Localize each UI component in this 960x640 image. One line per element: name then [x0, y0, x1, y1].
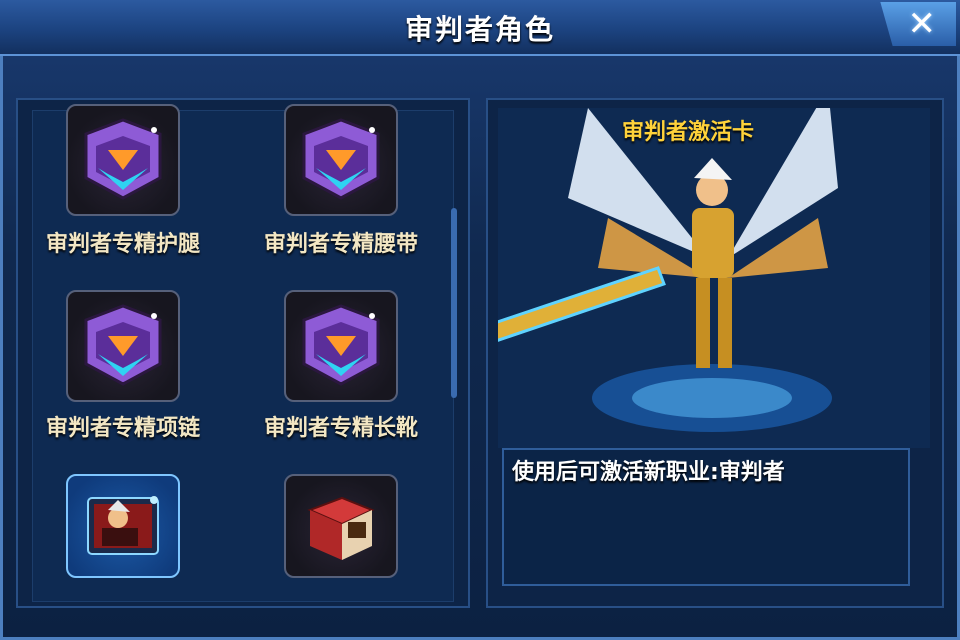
item-slot-belt[interactable] — [284, 104, 398, 216]
judge-character-illustration — [417, 88, 838, 432]
armor-chest-icon — [302, 304, 380, 386]
item-description: 使用后可激活新职业:审判者 — [512, 460, 785, 485]
character-card-icon — [87, 496, 159, 555]
item-label-necklace: 审判者专精项链 — [45, 416, 200, 441]
item-slot-character-card[interactable] — [66, 474, 180, 578]
description-box: 使用后可激活新职业:审判者 — [502, 448, 910, 586]
item-label-boots: 审判者专精长靴 — [263, 416, 418, 441]
red-book-icon — [307, 496, 375, 560]
item-label-leggings: 审判者专精护腿 — [45, 232, 200, 257]
item-label-belt: 审判者专精腰带 — [263, 232, 418, 257]
armor-chest-icon — [84, 304, 162, 386]
title-bar: 审判者角色 — [0, 0, 960, 56]
close-icon: ✕ — [907, 4, 937, 44]
item-slot-necklace[interactable] — [66, 290, 180, 402]
item-slot-boots[interactable] — [284, 290, 398, 402]
armor-chest-icon — [84, 118, 162, 200]
item-slot-leggings[interactable] — [66, 104, 180, 216]
armor-chest-icon — [302, 118, 380, 200]
activation-card-title: 审判者激活卡 — [622, 120, 755, 145]
item-slot-book[interactable] — [284, 474, 398, 578]
character-preview: 审判者激活卡 — [417, 88, 930, 448]
window-title: 审判者角色 — [404, 13, 555, 46]
scrollbar[interactable] — [451, 208, 457, 398]
